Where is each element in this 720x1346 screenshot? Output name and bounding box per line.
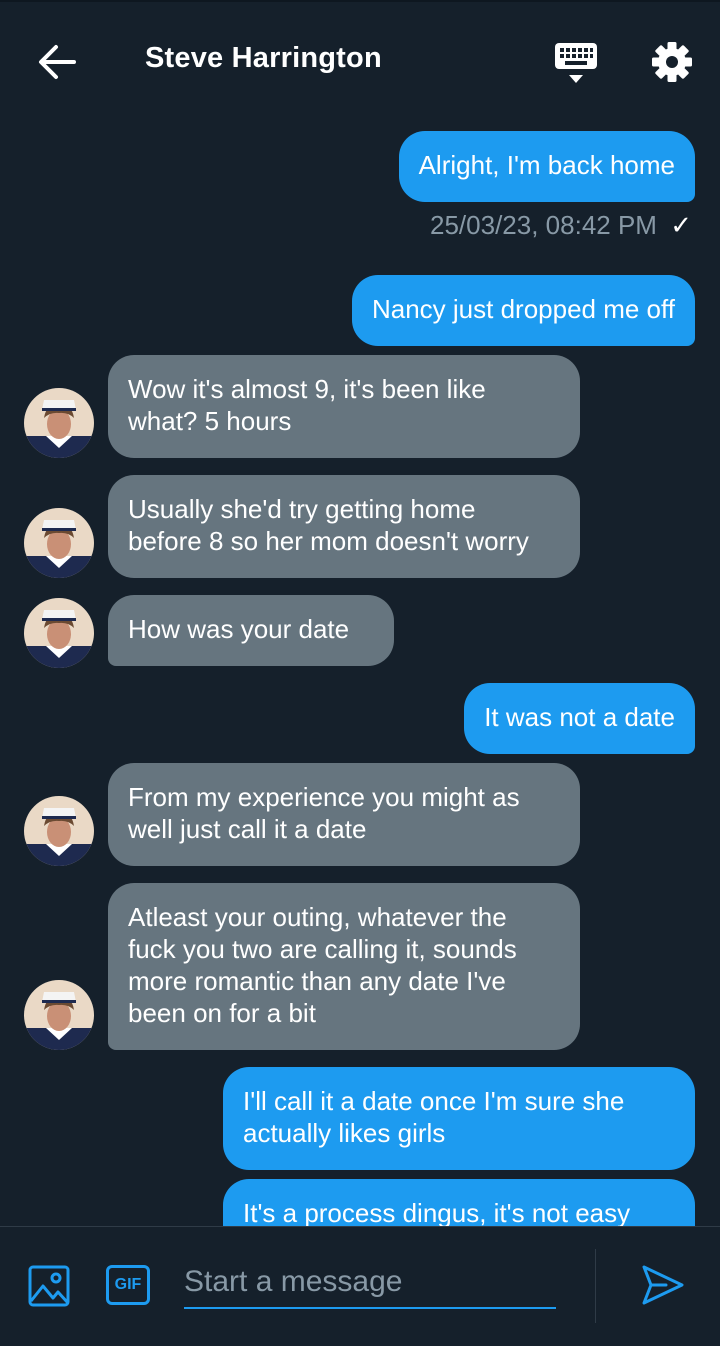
message-text: Alright, I'm back home bbox=[418, 150, 675, 180]
gear-icon bbox=[652, 42, 692, 82]
message-bubble-outgoing[interactable]: I'll call it a date once I'm sure she ac… bbox=[223, 1067, 695, 1170]
message-text: Usually she'd try getting home before 8 … bbox=[128, 494, 529, 556]
read-check-icon: ✓ bbox=[670, 210, 692, 240]
conversation-header: Steve Harrington bbox=[0, 0, 720, 118]
avatar-photo-icon bbox=[24, 980, 94, 1050]
settings-button[interactable] bbox=[650, 40, 694, 84]
message-text: It was not a date bbox=[484, 702, 675, 732]
gif-button[interactable]: GIF bbox=[106, 1265, 150, 1305]
send-icon bbox=[642, 1265, 684, 1305]
message-bubble-incoming[interactable]: How was your date bbox=[108, 595, 394, 666]
message-thread[interactable]: Alright, I'm back home 25/03/23, 08:42 P… bbox=[0, 118, 720, 1226]
message-bubble-incoming[interactable]: From my experience you might as well jus… bbox=[108, 763, 580, 866]
keyboard-button[interactable] bbox=[553, 42, 599, 86]
avatar-photo-icon bbox=[24, 388, 94, 458]
message-text: It's a process dingus, it's not easy bbox=[243, 1198, 631, 1226]
arrow-left-icon bbox=[39, 45, 76, 79]
image-icon bbox=[28, 1265, 70, 1307]
avatar-photo-icon bbox=[24, 598, 94, 668]
message-bubble-outgoing[interactable]: Alright, I'm back home bbox=[398, 131, 695, 202]
message-text: Wow it's almost 9, it's been like what? … bbox=[128, 374, 486, 436]
avatar[interactable] bbox=[24, 796, 94, 866]
avatar-photo-icon bbox=[24, 796, 94, 866]
message-composer: GIF bbox=[0, 1226, 720, 1346]
avatar[interactable] bbox=[24, 388, 94, 458]
avatar[interactable] bbox=[24, 980, 94, 1050]
composer-divider bbox=[595, 1249, 596, 1323]
add-image-button[interactable] bbox=[28, 1265, 70, 1307]
message-text: How was your date bbox=[128, 614, 350, 644]
conversation-title: Steve Harrington bbox=[145, 42, 382, 74]
avatar[interactable] bbox=[24, 508, 94, 578]
message-bubble-incoming[interactable]: Wow it's almost 9, it's been like what? … bbox=[108, 355, 580, 458]
message-text: I'll call it a date once I'm sure she ac… bbox=[243, 1086, 625, 1148]
message-bubble-outgoing[interactable]: It's a process dingus, it's not easy bbox=[223, 1179, 695, 1226]
message-text: Nancy just dropped me off bbox=[371, 294, 675, 324]
message-text: Atleast your outing, whatever the fuck y… bbox=[128, 902, 517, 1028]
avatar-photo-icon bbox=[24, 508, 94, 578]
message-text: From my experience you might as well jus… bbox=[128, 782, 520, 844]
message-bubble-incoming[interactable]: Usually she'd try getting home before 8 … bbox=[108, 475, 580, 578]
avatar[interactable] bbox=[24, 598, 94, 668]
keyboard-icon bbox=[555, 43, 597, 83]
message-timestamp: 25/03/23, 08:42 PM ✓ bbox=[430, 210, 692, 240]
message-bubble-incoming[interactable]: Atleast your outing, whatever the fuck y… bbox=[108, 883, 580, 1050]
message-bubble-outgoing[interactable]: Nancy just dropped me off bbox=[351, 275, 695, 346]
message-input[interactable] bbox=[184, 1257, 556, 1309]
message-bubble-outgoing[interactable]: It was not a date bbox=[464, 683, 695, 754]
send-button[interactable] bbox=[640, 1263, 686, 1307]
back-button[interactable] bbox=[34, 42, 78, 82]
